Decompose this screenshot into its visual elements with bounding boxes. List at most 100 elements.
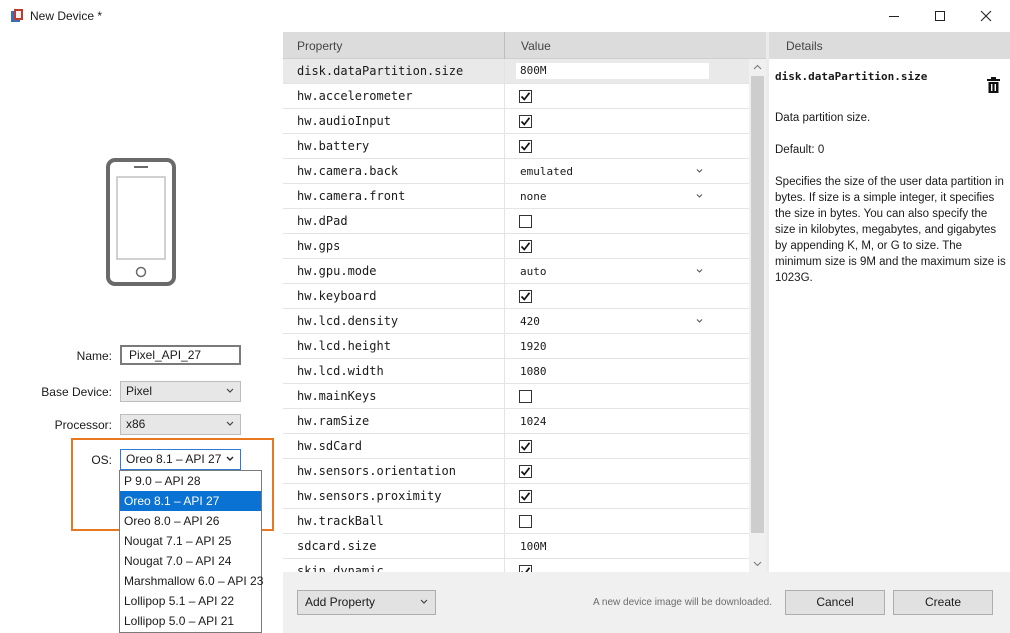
property-value[interactable]: 100M [520, 540, 547, 553]
value-column-header[interactable]: Value [521, 39, 551, 53]
property-row[interactable]: hw.lcd.density 420 [283, 309, 749, 334]
property-row[interactable]: hw.gpu.mode auto [283, 259, 749, 284]
processor-value: x86 [126, 417, 146, 431]
property-value[interactable]: 800M [516, 63, 709, 79]
os-option[interactable]: Lollipop 5.1 – API 22 [120, 591, 261, 611]
base-device-select[interactable]: Pixel [120, 381, 241, 402]
property-checkbox[interactable] [519, 490, 532, 503]
os-option[interactable]: Oreo 8.1 – API 27 [120, 491, 261, 511]
property-checkbox[interactable] [519, 140, 532, 153]
property-name: hw.dPad [297, 214, 348, 228]
property-checkbox[interactable] [519, 515, 532, 528]
property-row[interactable]: hw.keyboard [283, 284, 749, 309]
row-divider [504, 59, 505, 84]
property-name: hw.ramSize [297, 414, 370, 428]
os-dropdown-list[interactable]: P 9.0 – API 28 Oreo 8.1 – API 27 Oreo 8.0 … [119, 470, 263, 633]
property-checkbox[interactable] [519, 290, 532, 303]
chevron-down-icon [226, 388, 234, 393]
scroll-thumb[interactable] [751, 76, 764, 533]
close-button[interactable] [963, 0, 1009, 32]
chevron-down-icon [226, 421, 234, 426]
property-select-value[interactable]: none [520, 190, 547, 203]
row-divider [504, 84, 505, 109]
processor-label: Processor: [54, 418, 112, 432]
property-name: hw.gpu.mode [297, 264, 377, 278]
row-divider [504, 559, 505, 572]
property-row[interactable]: hw.accelerometer [283, 84, 749, 109]
property-row[interactable]: hw.lcd.height 1920 [283, 334, 749, 359]
chevron-down-icon[interactable] [695, 267, 704, 275]
property-checkbox[interactable] [519, 390, 532, 403]
property-checkbox[interactable] [519, 565, 532, 572]
property-row[interactable]: hw.camera.back emulated [283, 159, 749, 184]
name-field[interactable]: Pixel_API_27 [120, 345, 241, 365]
window-title: New Device * [30, 9, 103, 23]
chevron-down-icon[interactable] [695, 167, 704, 175]
property-row[interactable]: hw.trackBall [283, 509, 749, 534]
chevron-down-icon [420, 599, 428, 604]
property-row[interactable]: hw.sensors.orientation [283, 459, 749, 484]
chevron-down-icon[interactable] [695, 317, 704, 325]
property-row[interactable]: hw.dPad [283, 209, 749, 234]
os-option[interactable]: Marshmallow 6.0 – API 23 [120, 571, 263, 591]
property-checkbox[interactable] [519, 215, 532, 228]
scroll-up-icon[interactable] [749, 59, 766, 76]
chevron-down-icon[interactable] [695, 192, 704, 200]
property-column-header[interactable]: Property [297, 39, 342, 53]
close-icon [980, 10, 992, 22]
property-name: hw.sensors.proximity [297, 489, 442, 503]
property-row[interactable]: hw.mainKeys [283, 384, 749, 409]
column-divider[interactable] [504, 32, 505, 59]
row-divider [504, 359, 505, 384]
property-row[interactable]: hw.lcd.width 1080 [283, 359, 749, 384]
property-row[interactable]: hw.sdCard [283, 434, 749, 459]
property-checkbox[interactable] [519, 90, 532, 103]
property-checkbox[interactable] [519, 240, 532, 253]
property-row[interactable]: hw.sensors.proximity [283, 484, 749, 509]
property-value[interactable]: 1920 [520, 340, 547, 353]
base-device-value: Pixel [126, 384, 153, 398]
footer-bar: Add Property A new device image will be … [283, 572, 1010, 633]
property-checkbox[interactable] [519, 465, 532, 478]
os-option[interactable]: P 9.0 – API 28 [120, 471, 261, 491]
property-value[interactable]: 1080 [520, 365, 547, 378]
scroll-down-icon[interactable] [749, 555, 766, 572]
property-name: hw.trackBall [297, 514, 384, 528]
property-row[interactable]: sdcard.size 100M [283, 534, 749, 559]
property-row[interactable]: hw.battery [283, 134, 749, 159]
property-grid: Property Value disk.dataPartition.size 80… [283, 32, 766, 572]
trash-icon[interactable] [987, 77, 1000, 93]
row-divider [504, 384, 505, 409]
maximize-button[interactable] [917, 0, 963, 32]
minimize-button[interactable] [871, 0, 917, 32]
add-property-label: Add Property [305, 595, 376, 609]
os-option[interactable]: Lollipop 5.0 – API 21 [120, 611, 261, 631]
os-option[interactable]: Nougat 7.1 – API 25 [120, 531, 261, 551]
property-rows: disk.dataPartition.size 800M hw.accelerome… [283, 59, 749, 572]
os-option[interactable]: Nougat 7.0 – API 24 [120, 551, 261, 571]
property-row[interactable]: hw.audioInput [283, 109, 749, 134]
cancel-button[interactable]: Cancel [785, 590, 885, 615]
details-description: Specifies the size of the user data part… [775, 176, 1006, 284]
property-row[interactable]: hw.ramSize 1024 [283, 409, 749, 434]
property-name: hw.lcd.density [297, 314, 399, 328]
os-option[interactable]: Oreo 8.0 – API 26 [120, 511, 261, 531]
property-checkbox[interactable] [519, 440, 532, 453]
property-row[interactable]: skin.dynamic [283, 559, 749, 572]
add-property-button[interactable]: Add Property [297, 590, 436, 615]
property-value[interactable]: 1024 [520, 415, 547, 428]
property-name: hw.audioInput [297, 114, 391, 128]
property-select-value[interactable]: emulated [520, 165, 573, 178]
property-name: hw.battery [297, 139, 370, 153]
processor-select[interactable]: x86 [120, 414, 241, 435]
property-select-value[interactable]: 420 [520, 315, 540, 328]
row-divider [504, 484, 505, 509]
property-checkbox[interactable] [519, 115, 532, 128]
phone-icon [106, 158, 176, 286]
property-row[interactable]: disk.dataPartition.size 800M [283, 59, 749, 84]
property-row[interactable]: hw.gps [283, 234, 749, 259]
row-divider [504, 309, 505, 334]
create-button[interactable]: Create [893, 590, 993, 615]
property-select-value[interactable]: auto [520, 265, 547, 278]
property-row[interactable]: hw.camera.front none [283, 184, 749, 209]
